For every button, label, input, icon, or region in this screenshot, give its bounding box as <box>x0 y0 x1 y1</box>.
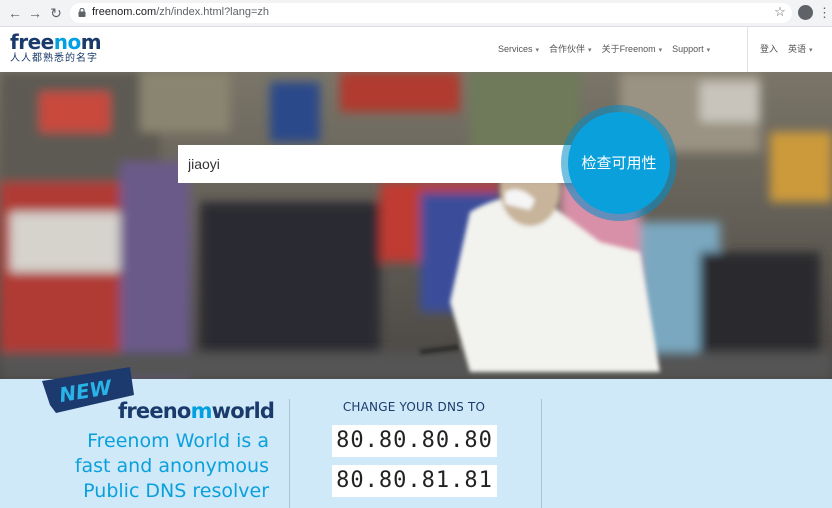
browser-toolbar: ← → ↻ freenom.com/zh/index.html?lang=zh … <box>0 0 832 27</box>
logo-wordmark: freenom <box>10 30 102 54</box>
url-host: freenom.com <box>92 6 157 18</box>
freenom-logo[interactable]: freenom 人人都熟悉的名字 <box>10 30 102 69</box>
dns-secondary-address: 80.80.81.81 <box>332 465 497 497</box>
language-label: 英语 <box>788 44 807 54</box>
domain-search-input[interactable] <box>178 145 576 183</box>
logo-tagline: 人人都熟悉的名字 <box>10 53 98 64</box>
nav-divider <box>747 27 748 72</box>
nav-about[interactable]: 关于Freenom ▾ <box>602 41 663 57</box>
nav-label: Support <box>672 44 704 54</box>
chevron-down-icon: ▾ <box>658 47 663 54</box>
main-nav: Services ▾ 合作伙伴 ▾ 关于Freenom ▾ Support ▾ <box>498 41 710 57</box>
check-availability-button[interactable]: 检查可用性 <box>568 112 670 214</box>
logo-suffix: m <box>80 30 102 54</box>
nav-label: 关于Freenom <box>601 44 656 54</box>
address-bar[interactable]: freenom.com/zh/index.html?lang=zh <box>70 3 792 23</box>
fw-logo-suffix: world <box>211 399 275 423</box>
dns-primary-address: 80.80.80.80 <box>332 425 497 457</box>
logo-prefix: free <box>10 30 54 54</box>
login-link[interactable]: 登入 <box>760 41 778 57</box>
freenom-world-logo[interactable]: freenomworld <box>118 399 275 423</box>
site-header: freenom 人人都熟悉的名字 Services ▾ 合作伙伴 ▾ 关于Freen… <box>0 27 832 72</box>
url-text[interactable]: freenom.com/zh/index.html?lang=zh <box>92 6 269 18</box>
star-icon[interactable]: ☆ <box>772 4 788 20</box>
language-select[interactable]: 英语 ▾ <box>788 41 813 59</box>
kebab-menu-icon[interactable]: ⋮ <box>818 4 831 22</box>
nav-label: Services <box>498 44 533 54</box>
chevron-down-icon: ▾ <box>706 47 711 54</box>
arrow-left-icon[interactable]: ← <box>6 4 24 22</box>
promo-divider-left <box>289 399 290 508</box>
nav-services[interactable]: Services ▾ <box>498 41 539 57</box>
nav-label: 合作伙伴 <box>549 44 586 54</box>
reload-icon[interactable]: ↻ <box>47 4 65 22</box>
promo-headline-line: fast and anonymous <box>74 455 269 477</box>
chevron-down-icon: ▾ <box>809 47 813 54</box>
arrow-right-icon[interactable]: → <box>26 4 44 22</box>
promo-headline-line: Public DNS resolver <box>83 480 269 502</box>
lock-icon <box>78 8 86 17</box>
nav-support[interactable]: Support ▾ <box>672 41 710 57</box>
fw-logo-accent: m <box>190 399 213 423</box>
hero-banner: 检查可用性 <box>0 72 832 379</box>
chevron-down-icon: ▾ <box>588 47 592 54</box>
promo-divider-right <box>541 399 542 508</box>
promo-headline: Freenom World is a fast and anonymous Pu… <box>40 429 269 504</box>
chevron-down-icon: ▾ <box>535 47 540 54</box>
nav-partners[interactable]: 合作伙伴 ▾ <box>549 41 592 57</box>
logo-accent: no <box>53 30 81 54</box>
account-icon[interactable] <box>798 5 813 20</box>
freenom-world-promo: NEW freenomworld Freenom World is a fast… <box>0 367 832 508</box>
hero-street-photo <box>0 72 832 379</box>
fw-logo-prefix: freeno <box>118 399 191 423</box>
url-path: /zh/index.html?lang=zh <box>156 6 270 18</box>
promo-headline-line: Freenom World is a <box>87 430 269 452</box>
dns-heading: CHANGE YOUR DNS TO <box>342 400 486 414</box>
